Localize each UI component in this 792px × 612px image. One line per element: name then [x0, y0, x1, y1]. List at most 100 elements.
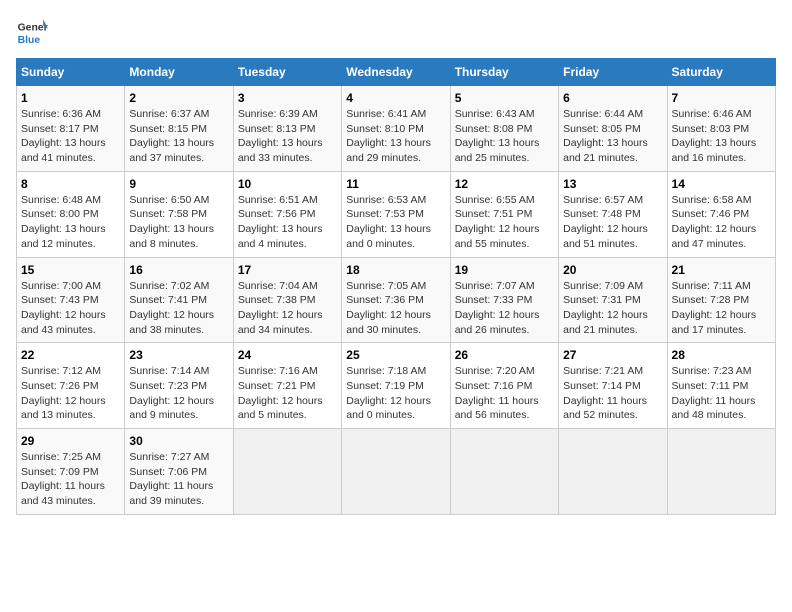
day-info: Sunrise: 7:23 AM Sunset: 7:11 PM Dayligh… — [672, 364, 771, 423]
svg-text:Blue: Blue — [18, 35, 41, 46]
day-number: 18 — [346, 263, 445, 277]
calendar-cell: 10 Sunrise: 6:51 AM Sunset: 7:56 PM Dayli… — [233, 171, 341, 257]
day-number: 1 — [21, 91, 120, 105]
calendar-cell: 19Sunrise: 7:07 AM Sunset: 7:33 PM Dayli… — [450, 257, 558, 343]
header-day-tuesday: Tuesday — [233, 59, 341, 86]
day-number: 13 — [563, 177, 662, 191]
calendar-cell — [233, 429, 341, 515]
day-info: Sunrise: 7:02 AM Sunset: 7:41 PM Dayligh… — [129, 279, 228, 338]
calendar-cell: 16 Sunrise: 7:02 AM Sunset: 7:41 PM Dayli… — [125, 257, 233, 343]
day-info: Sunrise: 7:05 AM Sunset: 7:36 PM Dayligh… — [346, 279, 445, 338]
day-number: 3 — [238, 91, 337, 105]
day-number: 17 — [238, 263, 337, 277]
week-row-3: 15 Sunrise: 7:00 AM Sunset: 7:43 PM Dayli… — [17, 257, 776, 343]
day-number: 4 — [346, 91, 445, 105]
calendar-cell: 12 Sunrise: 6:55 AM Sunset: 7:51 PM Dayli… — [450, 171, 558, 257]
day-number: 29 — [21, 434, 120, 448]
day-info: Sunrise: 7:14 AM Sunset: 7:23 PM Dayligh… — [129, 364, 228, 423]
day-number: 16 — [129, 263, 228, 277]
calendar-body: 1 Sunrise: 6:36 AM Sunset: 8:17 PM Daylig… — [17, 86, 776, 515]
day-number: 7 — [672, 91, 771, 105]
day-number: 27 — [563, 348, 662, 362]
day-number: 26 — [455, 348, 554, 362]
logo: GeneralBlue — [16, 16, 48, 48]
header-day-thursday: Thursday — [450, 59, 558, 86]
day-number: 22 — [21, 348, 120, 362]
day-info: Sunrise: 6:36 AM Sunset: 8:17 PM Dayligh… — [21, 107, 120, 166]
day-info: Sunrise: 7:11 AM Sunset: 7:28 PM Dayligh… — [672, 279, 771, 338]
day-info: Sunrise: 6:57 AM Sunset: 7:48 PM Dayligh… — [563, 193, 662, 252]
day-number: 9 — [129, 177, 228, 191]
calendar-cell: 15 Sunrise: 7:00 AM Sunset: 7:43 PM Dayli… — [17, 257, 125, 343]
day-info: Sunrise: 7:00 AM Sunset: 7:43 PM Dayligh… — [21, 279, 120, 338]
day-info: Sunrise: 6:53 AM Sunset: 7:53 PM Dayligh… — [346, 193, 445, 252]
calendar-header: SundayMondayTuesdayWednesdayThursdayFrid… — [17, 59, 776, 86]
week-row-2: 8 Sunrise: 6:48 AM Sunset: 8:00 PM Daylig… — [17, 171, 776, 257]
calendar-cell: 5Sunrise: 6:43 AM Sunset: 8:08 PM Daylig… — [450, 86, 558, 172]
day-info: Sunrise: 6:44 AM Sunset: 8:05 PM Dayligh… — [563, 107, 662, 166]
calendar-cell: 23 Sunrise: 7:14 AM Sunset: 7:23 PM Dayli… — [125, 343, 233, 429]
day-info: Sunrise: 6:48 AM Sunset: 8:00 PM Dayligh… — [21, 193, 120, 252]
day-number: 30 — [129, 434, 228, 448]
day-number: 20 — [563, 263, 662, 277]
calendar-cell: 9 Sunrise: 6:50 AM Sunset: 7:58 PM Daylig… — [125, 171, 233, 257]
day-number: 2 — [129, 91, 228, 105]
calendar-cell: 22 Sunrise: 7:12 AM Sunset: 7:26 PM Dayli… — [17, 343, 125, 429]
day-info: Sunrise: 6:43 AM Sunset: 8:08 PM Dayligh… — [455, 107, 554, 166]
day-info: Sunrise: 6:37 AM Sunset: 8:15 PM Dayligh… — [129, 107, 228, 166]
week-row-1: 1 Sunrise: 6:36 AM Sunset: 8:17 PM Daylig… — [17, 86, 776, 172]
day-info: Sunrise: 7:27 AM Sunset: 7:06 PM Dayligh… — [129, 450, 228, 509]
calendar-cell: 1 Sunrise: 6:36 AM Sunset: 8:17 PM Daylig… — [17, 86, 125, 172]
header-day-wednesday: Wednesday — [342, 59, 450, 86]
week-row-5: 29 Sunrise: 7:25 AM Sunset: 7:09 PM Dayli… — [17, 429, 776, 515]
day-info: Sunrise: 7:12 AM Sunset: 7:26 PM Dayligh… — [21, 364, 120, 423]
day-number: 25 — [346, 348, 445, 362]
day-number: 14 — [672, 177, 771, 191]
calendar-cell — [342, 429, 450, 515]
day-number: 23 — [129, 348, 228, 362]
page-header: GeneralBlue — [16, 16, 776, 48]
calendar-cell — [667, 429, 775, 515]
day-info: Sunrise: 6:41 AM Sunset: 8:10 PM Dayligh… — [346, 107, 445, 166]
calendar-cell: 29 Sunrise: 7:25 AM Sunset: 7:09 PM Dayli… — [17, 429, 125, 515]
week-row-4: 22 Sunrise: 7:12 AM Sunset: 7:26 PM Dayli… — [17, 343, 776, 429]
calendar-cell: 30 Sunrise: 7:27 AM Sunset: 7:06 PM Dayli… — [125, 429, 233, 515]
day-info: Sunrise: 7:21 AM Sunset: 7:14 PM Dayligh… — [563, 364, 662, 423]
day-number: 15 — [21, 263, 120, 277]
day-info: Sunrise: 7:16 AM Sunset: 7:21 PM Dayligh… — [238, 364, 337, 423]
day-info: Sunrise: 6:58 AM Sunset: 7:46 PM Dayligh… — [672, 193, 771, 252]
calendar-cell: 24 Sunrise: 7:16 AM Sunset: 7:21 PM Dayli… — [233, 343, 341, 429]
day-number: 8 — [21, 177, 120, 191]
calendar-cell: 13 Sunrise: 6:57 AM Sunset: 7:48 PM Dayli… — [559, 171, 667, 257]
day-info: Sunrise: 6:55 AM Sunset: 7:51 PM Dayligh… — [455, 193, 554, 252]
day-info: Sunrise: 6:50 AM Sunset: 7:58 PM Dayligh… — [129, 193, 228, 252]
day-info: Sunrise: 7:20 AM Sunset: 7:16 PM Dayligh… — [455, 364, 554, 423]
calendar-cell: 6 Sunrise: 6:44 AM Sunset: 8:05 PM Daylig… — [559, 86, 667, 172]
day-number: 28 — [672, 348, 771, 362]
day-number: 12 — [455, 177, 554, 191]
day-info: Sunrise: 6:51 AM Sunset: 7:56 PM Dayligh… — [238, 193, 337, 252]
calendar-cell: 17 Sunrise: 7:04 AM Sunset: 7:38 PM Dayli… — [233, 257, 341, 343]
calendar-cell: 7Sunrise: 6:46 AM Sunset: 8:03 PM Daylig… — [667, 86, 775, 172]
calendar-cell: 18 Sunrise: 7:05 AM Sunset: 7:36 PM Dayli… — [342, 257, 450, 343]
calendar-cell: 27 Sunrise: 7:21 AM Sunset: 7:14 PM Dayli… — [559, 343, 667, 429]
day-info: Sunrise: 7:04 AM Sunset: 7:38 PM Dayligh… — [238, 279, 337, 338]
calendar-cell — [450, 429, 558, 515]
day-info: Sunrise: 7:25 AM Sunset: 7:09 PM Dayligh… — [21, 450, 120, 509]
day-number: 24 — [238, 348, 337, 362]
day-number: 11 — [346, 177, 445, 191]
day-info: Sunrise: 7:09 AM Sunset: 7:31 PM Dayligh… — [563, 279, 662, 338]
day-number: 6 — [563, 91, 662, 105]
calendar-cell: 14 Sunrise: 6:58 AM Sunset: 7:46 PM Dayli… — [667, 171, 775, 257]
day-info: Sunrise: 7:07 AM Sunset: 7:33 PM Dayligh… — [455, 279, 554, 338]
header-day-sunday: Sunday — [17, 59, 125, 86]
calendar-table: SundayMondayTuesdayWednesdayThursdayFrid… — [16, 58, 776, 515]
day-number: 10 — [238, 177, 337, 191]
calendar-cell: 21 Sunrise: 7:11 AM Sunset: 7:28 PM Dayli… — [667, 257, 775, 343]
calendar-cell: 3Sunrise: 6:39 AM Sunset: 8:13 PM Daylig… — [233, 86, 341, 172]
header-row: SundayMondayTuesdayWednesdayThursdayFrid… — [17, 59, 776, 86]
calendar-cell: 2 Sunrise: 6:37 AM Sunset: 8:15 PM Daylig… — [125, 86, 233, 172]
calendar-cell: 20 Sunrise: 7:09 AM Sunset: 7:31 PM Dayli… — [559, 257, 667, 343]
day-number: 21 — [672, 263, 771, 277]
logo-icon: GeneralBlue — [16, 16, 48, 48]
